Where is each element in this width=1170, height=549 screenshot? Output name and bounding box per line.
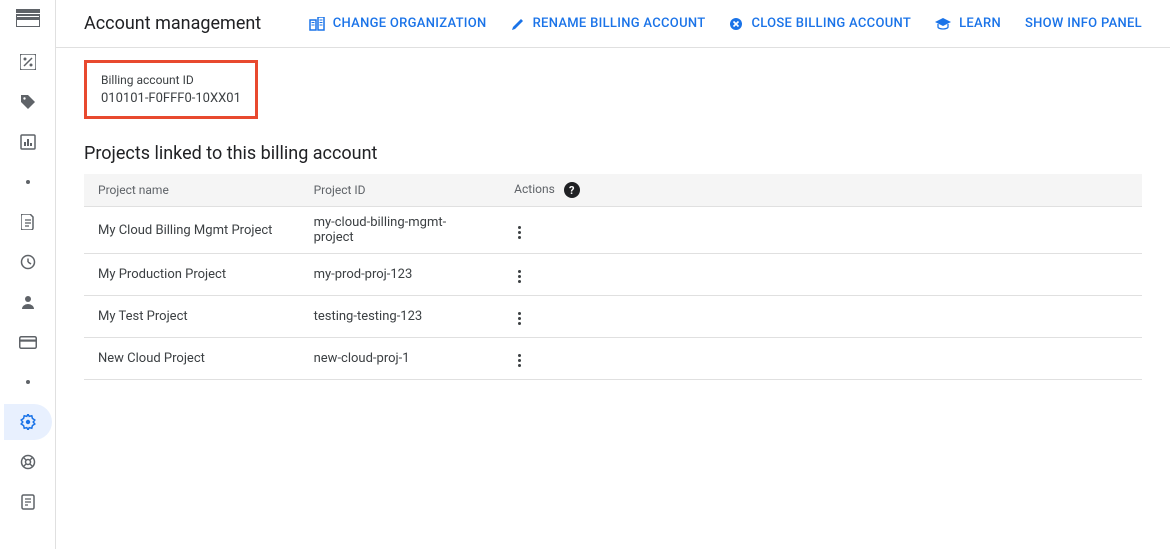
close-billing-account-label: Close billing account xyxy=(751,16,911,31)
gear-icon xyxy=(20,414,36,430)
project-actions-cell xyxy=(500,254,1142,296)
document-icon xyxy=(21,214,35,230)
sidebar xyxy=(0,0,56,549)
dot-icon xyxy=(26,180,30,184)
show-info-panel-label: Show info panel xyxy=(1025,16,1142,31)
table-row: My Cloud Billing Mgmt Projectmy-cloud-bi… xyxy=(84,207,1142,254)
billing-account-id-value: 010101-F0FFF0-10XX01 xyxy=(101,91,241,106)
topbar: Account management Change organization R… xyxy=(56,0,1170,48)
export-icon xyxy=(21,494,35,510)
change-organization-label: Change organization xyxy=(333,16,487,31)
project-id-cell: my-prod-proj-123 xyxy=(300,254,501,296)
kebab-menu-icon[interactable] xyxy=(514,308,525,329)
change-organization-button[interactable]: Change organization xyxy=(297,8,499,39)
table-header-row: Project name Project ID Actions ? xyxy=(84,174,1142,207)
project-actions-cell xyxy=(500,338,1142,380)
organization-icon xyxy=(309,17,325,31)
sidebar-item-overview[interactable] xyxy=(4,44,52,80)
learn-label: Learn xyxy=(959,16,1001,31)
help-icon[interactable]: ? xyxy=(564,182,580,198)
credit-card-icon xyxy=(19,336,37,349)
dot-icon xyxy=(26,380,30,384)
sidebar-item-documents[interactable] xyxy=(4,204,52,240)
project-name-cell: My Production Project xyxy=(84,254,300,296)
project-name-cell: My Cloud Billing Mgmt Project xyxy=(84,207,300,254)
support-icon xyxy=(20,454,36,470)
learn-button[interactable]: Learn xyxy=(923,8,1013,39)
main: Account management Change organization R… xyxy=(56,0,1170,549)
column-project-name: Project name xyxy=(84,174,300,207)
table-row: New Cloud Projectnew-cloud-proj-1 xyxy=(84,338,1142,380)
projects-table: Project name Project ID Actions ? My Clo… xyxy=(84,174,1142,380)
tag-icon xyxy=(20,94,36,110)
learn-icon xyxy=(935,18,951,30)
billing-account-id-label: Billing account ID xyxy=(101,73,241,87)
reports-icon xyxy=(20,134,36,150)
sidebar-item-pricing[interactable] xyxy=(4,84,52,120)
sidebar-item-support[interactable] xyxy=(4,444,52,480)
project-id-cell: testing-testing-123 xyxy=(300,296,501,338)
projects-section-title: Projects linked to this billing account xyxy=(84,143,1142,164)
project-actions-cell xyxy=(500,296,1142,338)
page-title: Account management xyxy=(84,13,261,34)
sidebar-item-separator-1 xyxy=(4,164,52,200)
close-circle-icon xyxy=(729,17,743,31)
project-id-cell: my-cloud-billing-mgmt-project xyxy=(300,207,501,254)
rename-billing-account-button[interactable]: Rename billing account xyxy=(499,8,718,39)
kebab-menu-icon[interactable] xyxy=(514,222,525,243)
show-info-panel-button[interactable]: Show info panel xyxy=(1013,8,1154,39)
project-id-cell: new-cloud-proj-1 xyxy=(300,338,501,380)
close-billing-account-button[interactable]: Close billing account xyxy=(717,8,923,39)
kebab-menu-icon[interactable] xyxy=(514,350,525,371)
project-name-cell: New Cloud Project xyxy=(84,338,300,380)
sidebar-item-settings[interactable] xyxy=(4,404,52,440)
percent-icon xyxy=(20,54,36,70)
column-actions: Actions ? xyxy=(500,174,1142,207)
person-icon xyxy=(20,294,36,310)
project-actions-cell xyxy=(500,207,1142,254)
sidebar-item-payment[interactable] xyxy=(4,324,52,360)
sidebar-item-reports[interactable] xyxy=(4,124,52,160)
sidebar-item-export[interactable] xyxy=(4,484,52,520)
clock-icon xyxy=(20,254,36,270)
billing-icon xyxy=(10,4,46,32)
rename-billing-account-label: Rename billing account xyxy=(533,16,706,31)
sidebar-item-separator-2 xyxy=(4,364,52,400)
sidebar-item-users[interactable] xyxy=(4,284,52,320)
project-name-cell: My Test Project xyxy=(84,296,300,338)
column-actions-label: Actions xyxy=(514,182,555,196)
content: Billing account ID 010101-F0FFF0-10XX01 … xyxy=(56,48,1170,392)
table-row: My Test Projecttesting-testing-123 xyxy=(84,296,1142,338)
column-project-id: Project ID xyxy=(300,174,501,207)
billing-account-id-box: Billing account ID 010101-F0FFF0-10XX01 xyxy=(84,60,258,119)
pencil-icon xyxy=(511,17,525,31)
sidebar-item-history[interactable] xyxy=(4,244,52,280)
kebab-menu-icon[interactable] xyxy=(514,266,525,287)
table-row: My Production Projectmy-prod-proj-123 xyxy=(84,254,1142,296)
